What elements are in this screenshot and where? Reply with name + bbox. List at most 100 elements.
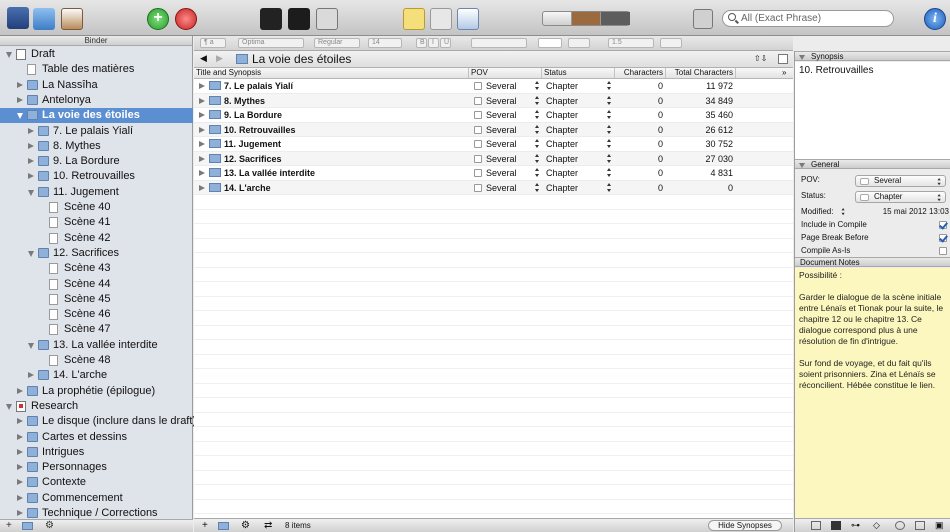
font-weight-menu[interactable]: Regular xyxy=(314,38,360,48)
row-pov[interactable]: Several xyxy=(486,79,517,93)
swap-icon[interactable]: ⇄ xyxy=(264,519,272,532)
pov-arrows-icon[interactable] xyxy=(535,95,540,106)
add-item-button[interactable]: + xyxy=(202,519,208,532)
folder-icon[interactable] xyxy=(33,8,55,30)
split-editor-icon[interactable] xyxy=(778,54,788,64)
note-icon[interactable] xyxy=(403,8,425,30)
include-compile-checkbox[interactable] xyxy=(939,221,947,229)
pov-arrows-icon[interactable] xyxy=(535,182,540,193)
table-row[interactable]: 8. Mythes Several Chapter 0 34 849 xyxy=(194,93,793,108)
binder-item[interactable]: Scène 47 xyxy=(0,322,193,337)
status-arrows-icon[interactable] xyxy=(607,81,612,91)
row-title[interactable]: 11. Jugement xyxy=(224,137,281,151)
compile-icon[interactable] xyxy=(457,8,479,30)
disclosure-triangle-icon[interactable] xyxy=(17,387,23,394)
binder-item[interactable]: 14. L'arche xyxy=(0,368,193,383)
disclosure-triangle-icon[interactable] xyxy=(17,510,23,516)
binder-item[interactable]: Contexte xyxy=(0,475,193,490)
comments-tab-icon[interactable] xyxy=(915,521,925,530)
font-family-menu[interactable]: Optima xyxy=(238,38,304,48)
bold-button[interactable]: B xyxy=(416,38,427,48)
quick-search-icon[interactable] xyxy=(693,9,713,29)
disclosure-triangle-icon[interactable] xyxy=(28,342,34,349)
binder-item[interactable]: Scène 44 xyxy=(0,277,193,292)
row-pov[interactable]: Several xyxy=(486,108,517,122)
binder-item[interactable]: 7. Le palais Yialí xyxy=(0,124,193,139)
binder-item[interactable]: Personnages xyxy=(0,460,193,475)
pov-checkbox[interactable] xyxy=(474,82,482,90)
list-menu[interactable] xyxy=(660,38,682,48)
row-status[interactable]: Chapter xyxy=(546,166,578,180)
status-arrows-icon[interactable] xyxy=(607,153,612,164)
row-title[interactable]: 9. La Bordure xyxy=(224,108,282,122)
gear-icon[interactable]: ⚙ xyxy=(45,520,54,531)
binder-item[interactable]: 11. Jugement xyxy=(0,185,193,200)
corkboard-icon[interactable] xyxy=(61,8,83,30)
binder-item[interactable]: Research xyxy=(0,399,193,414)
pov-checkbox[interactable] xyxy=(474,96,482,105)
scrivenings-view-button[interactable] xyxy=(543,12,572,25)
outliner-view-button[interactable] xyxy=(601,12,630,25)
binder-item[interactable]: Scène 48 xyxy=(0,353,193,368)
snapshot-icon[interactable] xyxy=(430,8,452,30)
pov-checkbox[interactable] xyxy=(474,183,482,192)
disclosure-triangle-icon[interactable] xyxy=(199,155,205,162)
underline-button[interactable]: U xyxy=(440,38,451,48)
row-pov[interactable]: Several xyxy=(486,152,517,166)
column-characters[interactable]: Characters xyxy=(615,68,666,78)
add-folder-icon[interactable] xyxy=(22,522,33,530)
row-pov[interactable]: Several xyxy=(486,166,517,180)
status-arrows-icon[interactable] xyxy=(607,139,612,149)
binder-toggle-icon[interactable] xyxy=(7,7,29,29)
style-menu[interactable]: ¶ a xyxy=(200,38,226,48)
highlight-color-well[interactable] xyxy=(568,38,590,48)
disclosure-triangle-icon[interactable] xyxy=(17,464,23,471)
table-row[interactable]: 12. Sacrifices Several Chapter 0 27 030 xyxy=(194,151,793,166)
add-icon[interactable]: + xyxy=(147,8,169,30)
disclosure-triangle-icon[interactable] xyxy=(17,448,23,455)
hide-synopses-button[interactable]: Hide Synopses xyxy=(708,520,782,531)
disclosure-triangle-icon[interactable] xyxy=(199,184,205,191)
fullscreen-icon[interactable] xyxy=(316,8,338,30)
binder-item[interactable]: Commencement xyxy=(0,491,193,506)
row-pov[interactable]: Several xyxy=(486,137,517,151)
row-title[interactable]: 8. Mythes xyxy=(224,94,265,108)
pov-arrows-icon[interactable] xyxy=(535,81,540,91)
row-status[interactable]: Chapter xyxy=(546,94,578,108)
disclosure-triangle-icon[interactable] xyxy=(28,173,34,180)
disclosure-triangle-icon[interactable] xyxy=(17,479,23,486)
disclosure-triangle-icon[interactable] xyxy=(28,250,34,257)
binder-item[interactable]: Scène 43 xyxy=(0,261,193,276)
table-row[interactable]: 10. Retrouvailles Several Chapter 0 26 612 xyxy=(194,122,793,137)
editor-title[interactable]: La voie des étoiles xyxy=(252,52,351,67)
status-arrows-icon[interactable] xyxy=(607,182,612,193)
binder-item[interactable]: 13. La vallée interdite xyxy=(0,338,193,353)
alignment-buttons[interactable] xyxy=(471,38,527,48)
row-pov[interactable]: Several xyxy=(486,181,517,195)
row-title[interactable]: 13. La vallée interdite xyxy=(224,166,315,180)
binder-item[interactable]: La prophétie (épilogue) xyxy=(0,384,193,399)
disclosure-triangle-icon[interactable] xyxy=(28,372,34,379)
disclosure-triangle-icon[interactable] xyxy=(17,81,23,88)
disclosure-triangle-icon[interactable] xyxy=(17,418,23,425)
keywords-tab-icon[interactable]: ⊶ xyxy=(851,520,860,531)
disclosure-triangle-icon[interactable] xyxy=(6,52,12,58)
row-title[interactable]: 14. L'arche xyxy=(224,181,271,195)
binder-item[interactable]: Intrigues xyxy=(0,445,193,460)
binder-item[interactable]: 9. La Bordure xyxy=(0,154,193,169)
disclosure-triangle-icon[interactable] xyxy=(28,127,34,134)
corkboard-view-button[interactable] xyxy=(572,12,601,25)
pov-arrows-icon[interactable] xyxy=(535,110,540,120)
pov-popup[interactable]: Several xyxy=(855,175,946,187)
status-arrows-icon[interactable] xyxy=(607,95,612,106)
row-status[interactable]: Chapter xyxy=(546,123,578,137)
binder-item[interactable]: Draft xyxy=(0,47,193,62)
table-row[interactable]: 9. La Bordure Several Chapter 0 35 460 xyxy=(194,108,793,123)
italic-button[interactable]: I xyxy=(428,38,439,48)
status-arrows-icon[interactable] xyxy=(607,124,612,135)
disclosure-triangle-icon[interactable] xyxy=(799,163,805,168)
binder-item[interactable]: Scène 46 xyxy=(0,307,193,322)
add-folder-icon[interactable] xyxy=(218,522,229,530)
columns-overflow-icon[interactable]: » xyxy=(780,68,793,78)
row-status[interactable]: Chapter xyxy=(546,137,578,151)
